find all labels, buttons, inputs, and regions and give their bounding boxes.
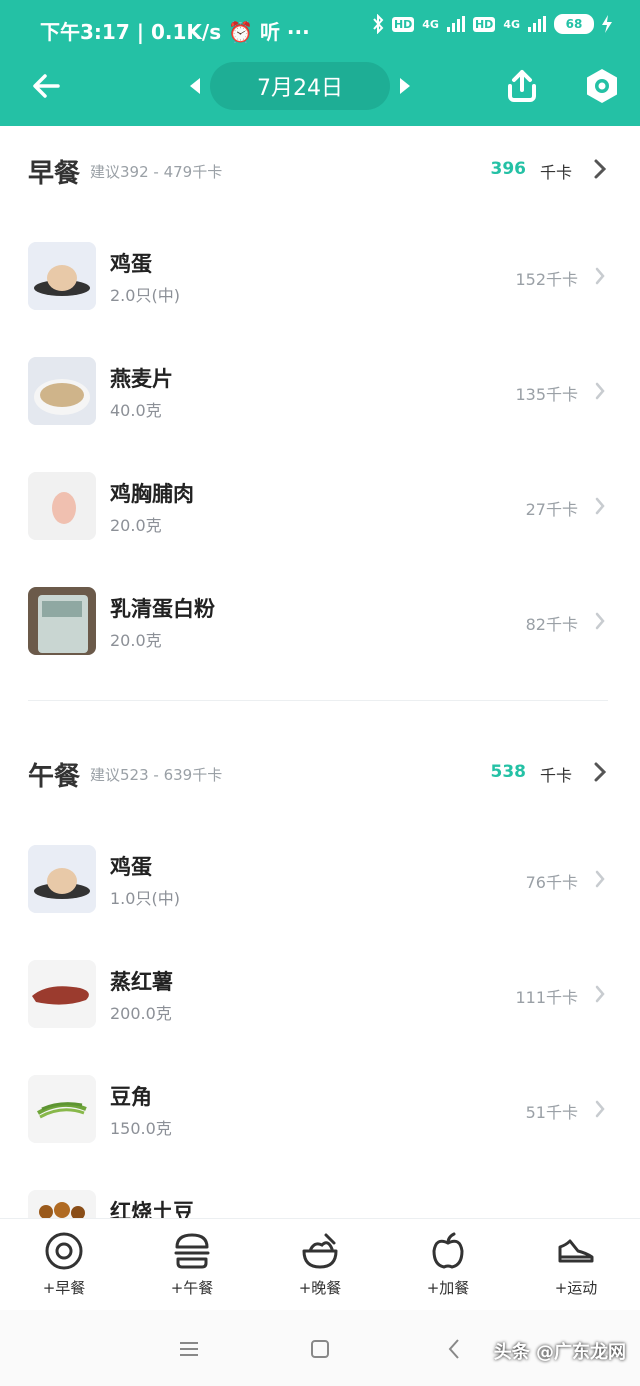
food-item[interactable]: 鸡蛋 1.0只(中) 76千卡 [28, 845, 612, 915]
food-name: 乳清蛋白粉 [110, 597, 215, 621]
food-name: 燕麦片 [110, 367, 173, 391]
whey-protein-image [28, 587, 96, 655]
add-dinner-button[interactable]: +晚餐 [270, 1231, 370, 1303]
previous-day-arrow-icon[interactable] [190, 78, 200, 94]
bowl-icon [302, 1233, 338, 1269]
chevron-right-icon [594, 159, 607, 179]
oatmeal-image [28, 357, 96, 425]
lunch-header[interactable]: 午餐 建议523 - 639千卡 538 千卡 [28, 756, 612, 796]
tab-label: +午餐 [170, 1279, 214, 1297]
sim2-hd-badge: HD [472, 16, 496, 32]
food-name: 鸡蛋 [110, 855, 152, 879]
food-calories: 76千卡 [525, 873, 578, 892]
sim2-network-type: 4G [503, 17, 520, 31]
chevron-right-icon [595, 870, 605, 888]
green-beans-image [28, 1075, 96, 1143]
food-amount: 150.0克 [110, 1119, 172, 1138]
chevron-right-icon [595, 267, 605, 285]
food-amount: 200.0克 [110, 1004, 172, 1023]
add-snack-button[interactable]: +加餐 [398, 1231, 498, 1303]
food-calories: 152千卡 [515, 270, 578, 289]
charging-icon [602, 15, 612, 33]
section-divider [28, 700, 608, 701]
food-item[interactable]: 豆角 150.0克 51千卡 [28, 1075, 612, 1145]
status-bar: 下午3:17 | 0.1K/s ⏰ 听 ··· HD 4G HD 4G 68 [0, 0, 640, 58]
chevron-right-icon [595, 1100, 605, 1118]
date-label: 7月24日 [257, 76, 343, 101]
status-left-text: 下午3:17 | 0.1K/s ⏰ 听 ··· [40, 20, 310, 44]
sweet-potato-image [28, 960, 96, 1028]
calorie-suggestion: 建议392 - 479千卡 [90, 163, 223, 181]
battery-icon: 68 [554, 14, 594, 34]
tab-label: +晚餐 [298, 1279, 342, 1297]
calorie-total: 538 [490, 762, 527, 782]
apple-icon [432, 1232, 464, 1269]
next-day-arrow-icon[interactable] [400, 78, 410, 94]
food-item[interactable]: 乳清蛋白粉 20.0克 82千卡 [28, 587, 612, 657]
battery-level: 68 [565, 17, 583, 31]
burger-icon [174, 1233, 210, 1269]
food-calories: 111千卡 [515, 988, 578, 1007]
app-header: 下午3:17 | 0.1K/s ⏰ 听 ··· HD 4G HD 4G 68 7… [0, 0, 640, 126]
food-amount: 2.0只(中) [110, 286, 180, 305]
section-title: 早餐 [28, 159, 81, 189]
food-amount: 20.0克 [110, 631, 162, 650]
tab-label: +运动 [554, 1279, 598, 1297]
watermark: 头条 @广东龙网 [493, 1342, 626, 1363]
chevron-right-icon [595, 612, 605, 630]
food-name: 鸡蛋 [110, 252, 152, 276]
menu-icon[interactable] [174, 1334, 204, 1364]
food-calories: 82千卡 [525, 615, 578, 634]
food-calories: 27千卡 [525, 500, 578, 519]
food-name: 鸡胸脯肉 [110, 482, 194, 506]
tab-label: +早餐 [42, 1279, 86, 1297]
add-lunch-button[interactable]: +午餐 [142, 1231, 242, 1303]
chicken-breast-image [28, 472, 96, 540]
chevron-right-icon [595, 985, 605, 1003]
signal-icon [446, 16, 465, 32]
food-name: 豆角 [110, 1085, 152, 1109]
add-breakfast-button[interactable]: +早餐 [14, 1231, 114, 1303]
breakfast-header[interactable]: 早餐 建议392 - 479千卡 396 千卡 [28, 153, 612, 193]
signal-icon [528, 16, 546, 32]
breakfast-egg-icon [45, 1232, 83, 1270]
section-title: 午餐 [28, 762, 81, 792]
calorie-unit: 千卡 [539, 163, 572, 182]
food-item[interactable]: 燕麦片 40.0克 135千卡 [28, 357, 612, 427]
calorie-unit: 千卡 [539, 766, 572, 785]
calorie-suggestion: 建议523 - 639千卡 [90, 766, 223, 784]
back-chevron-icon[interactable] [440, 1334, 470, 1364]
status-right: HD 4G HD 4G 68 [372, 14, 612, 34]
add-exercise-button[interactable]: +运动 [526, 1231, 626, 1303]
egg-image [28, 845, 96, 913]
sim1-network-type: 4G [422, 17, 439, 31]
food-item[interactable]: 鸡蛋 2.0只(中) 152千卡 [28, 242, 612, 312]
sneaker-icon [558, 1239, 594, 1263]
settings-hexagon-icon[interactable] [582, 66, 622, 106]
bluetooth-icon [373, 14, 384, 34]
chevron-right-icon [595, 497, 605, 515]
tab-label: +加餐 [426, 1279, 470, 1297]
egg-image [28, 242, 96, 310]
food-amount: 40.0克 [110, 401, 162, 420]
food-amount: 1.0只(中) [110, 889, 180, 908]
calorie-total: 396 [490, 159, 527, 179]
date-selector[interactable]: 7月24日 [210, 62, 390, 110]
chevron-right-icon [594, 762, 607, 782]
food-amount: 20.0克 [110, 516, 162, 535]
chevron-right-icon [595, 382, 605, 400]
food-calories: 51千卡 [525, 1103, 578, 1122]
food-item[interactable]: 蒸红薯 200.0克 111千卡 [28, 960, 612, 1030]
share-icon[interactable] [502, 66, 542, 106]
food-item[interactable]: 鸡胸脯肉 20.0克 27千卡 [28, 472, 612, 542]
add-meal-bar: +早餐 +午餐 +晚餐 +加餐 +运动 [0, 1218, 640, 1311]
home-square-icon[interactable] [305, 1334, 335, 1364]
back-arrow-icon[interactable] [30, 70, 62, 102]
food-name: 蒸红薯 [110, 970, 173, 994]
food-calories: 135千卡 [515, 385, 578, 404]
sim1-hd-badge: HD [391, 16, 415, 32]
